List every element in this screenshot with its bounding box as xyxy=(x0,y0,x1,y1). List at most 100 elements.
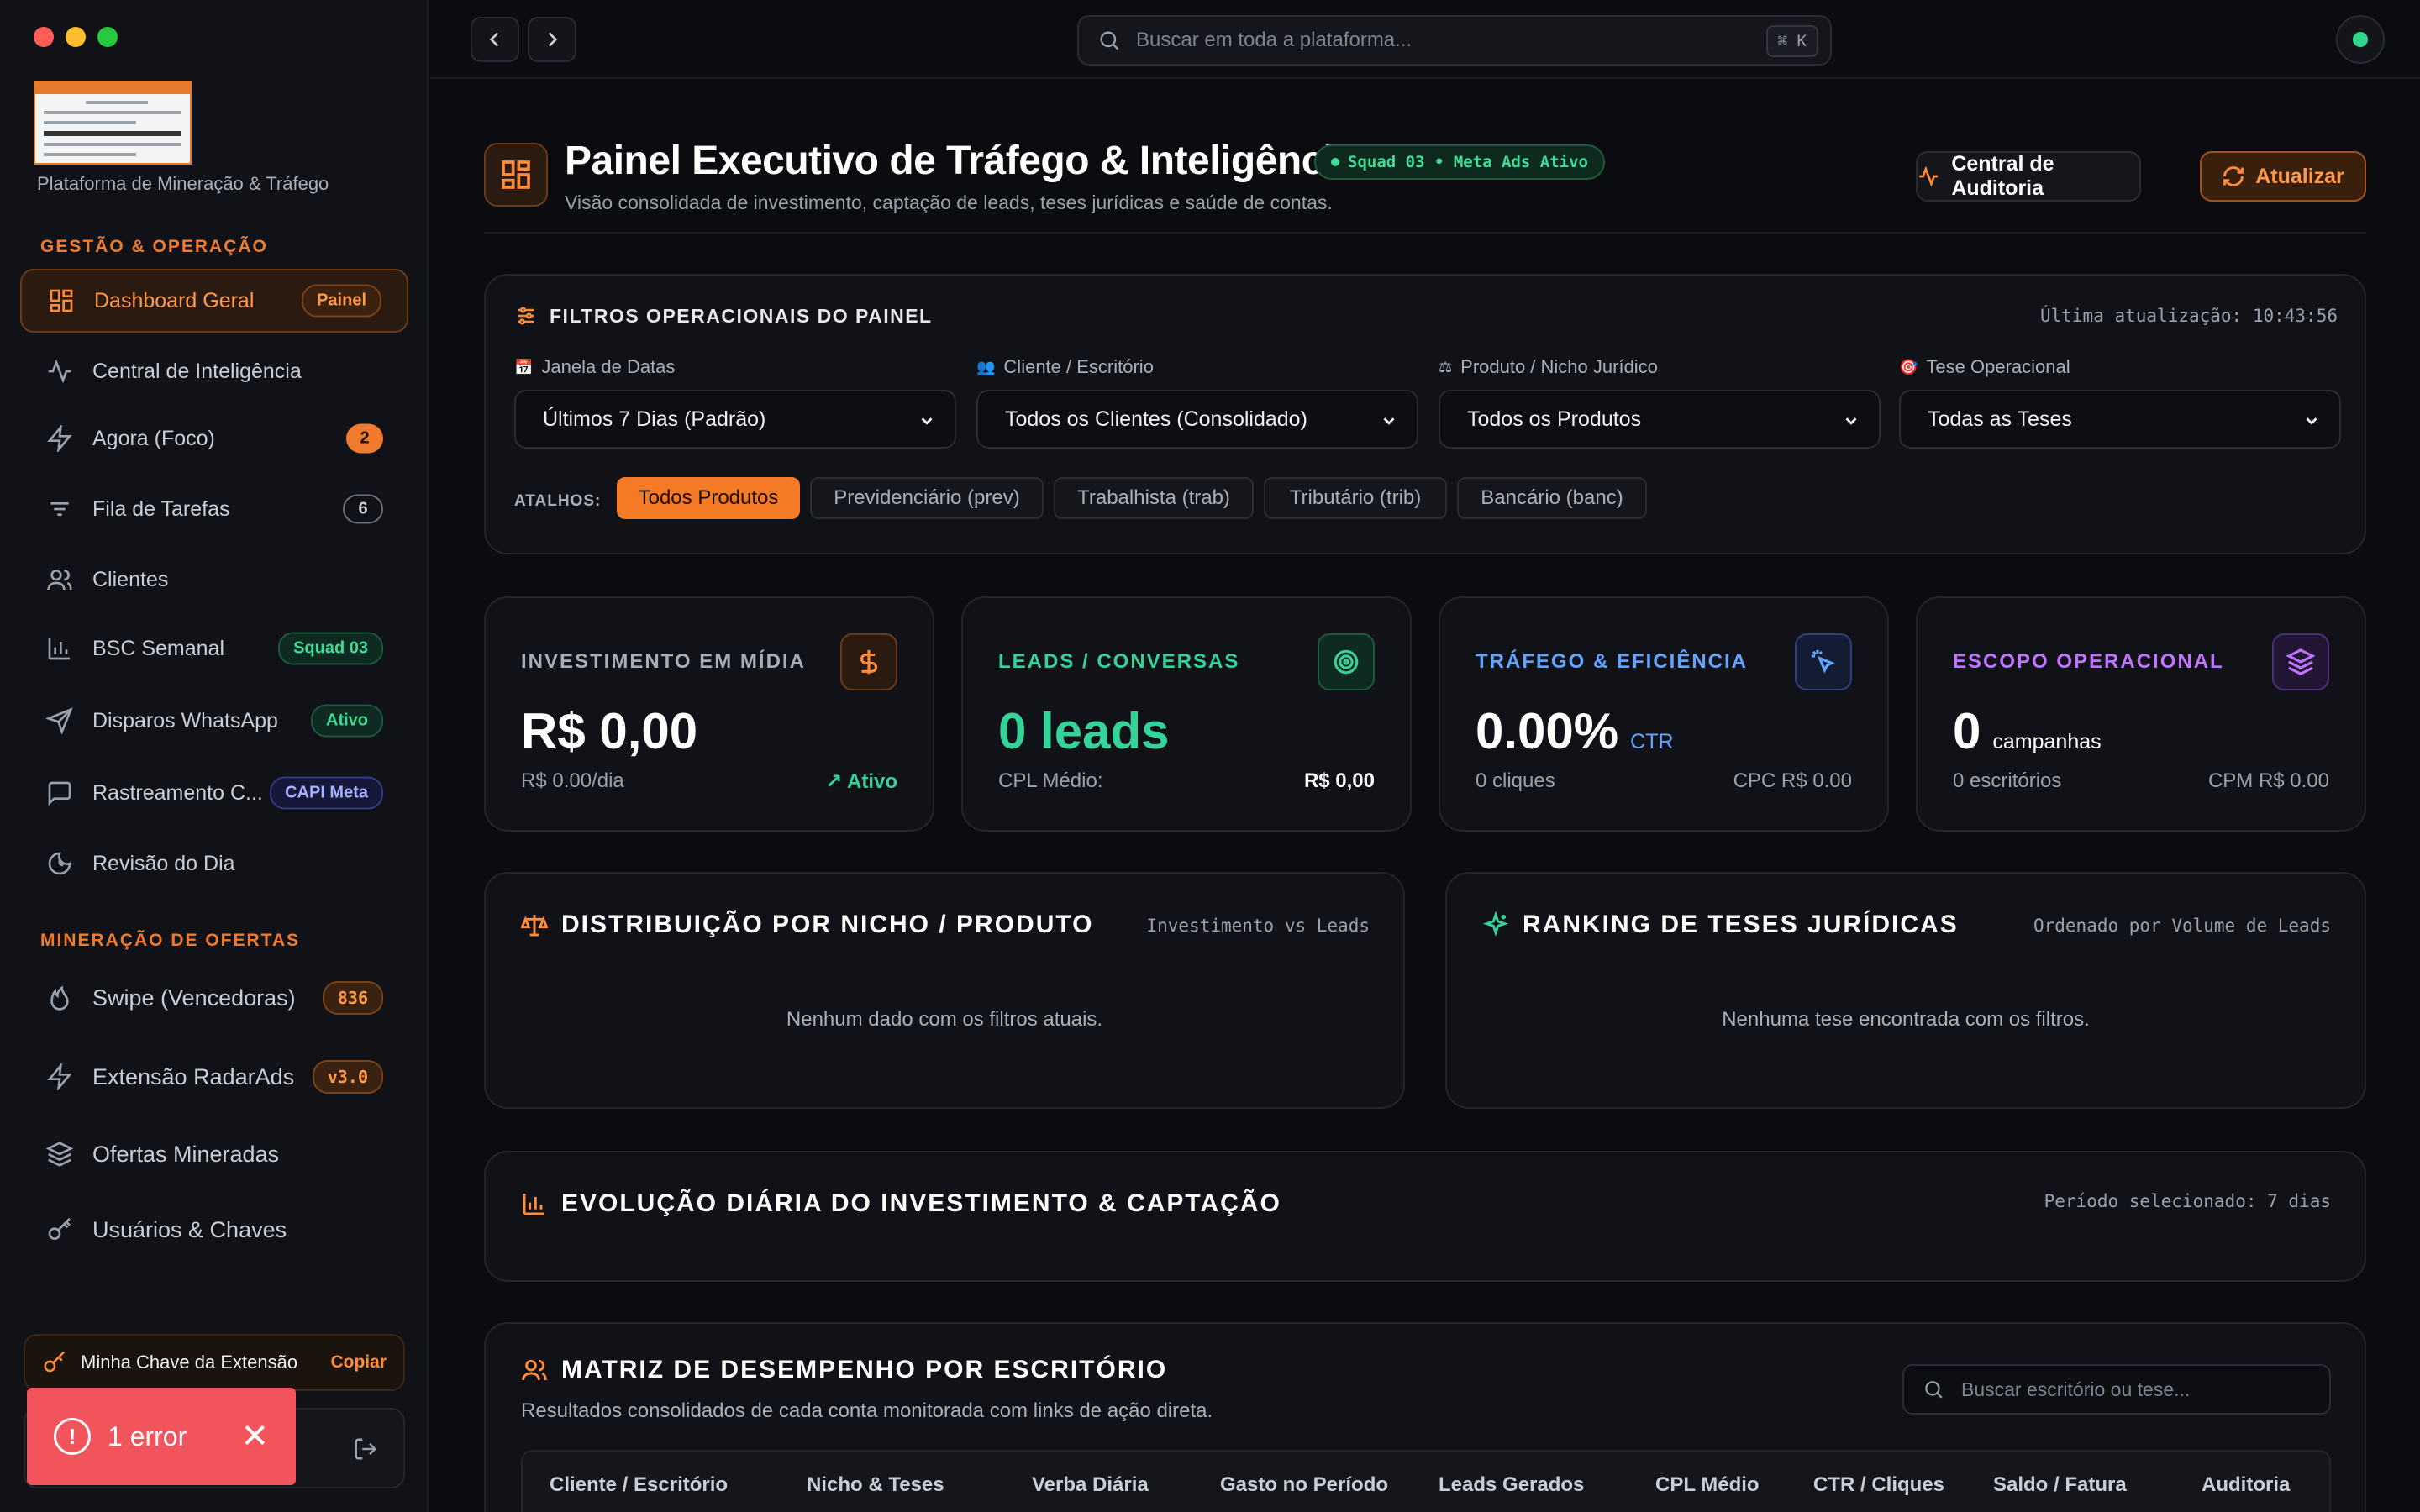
chevron-right-icon xyxy=(548,32,558,47)
squad-pill-label: Squad 03 • Meta Ads Ativo xyxy=(1348,153,1588,171)
chip-trabalhista[interactable]: Trabalhista (trab) xyxy=(1054,477,1254,519)
kpi-ctr-value: 0.00% xyxy=(1476,703,1619,759)
kpi-unit: CTR xyxy=(1630,730,1674,753)
chip-previdenciario[interactable]: Previdenciário (prev) xyxy=(810,477,1044,519)
window-controls xyxy=(34,27,118,47)
chip-bancario[interactable]: Bancário (banc) xyxy=(1457,477,1647,519)
sidebar-item-bsc-semanal[interactable]: BSC Semanal Squad 03 xyxy=(20,617,408,680)
activity-icon xyxy=(45,357,74,386)
bolt-icon xyxy=(45,424,74,453)
users-icon xyxy=(45,565,74,594)
error-toast[interactable]: ! 1 error ✕ xyxy=(27,1388,296,1485)
client-select[interactable]: Todos os Clientes (Consolidado) xyxy=(976,390,1418,449)
chip-todos-produtos[interactable]: Todos Produtos xyxy=(617,477,800,519)
chevron-down-icon xyxy=(1845,417,1857,425)
dashboard-grid-icon xyxy=(502,160,530,189)
thesis-select[interactable]: Todas as Teses xyxy=(1899,390,2341,449)
column-header[interactable]: Gasto no Período xyxy=(1220,1473,1388,1497)
sidebar-item-label: Agora (Foco) xyxy=(92,426,215,450)
status-indicator[interactable] xyxy=(2336,15,2385,64)
sidebar-item-clientes[interactable]: Clientes xyxy=(20,548,408,612)
maximize-window-button[interactable] xyxy=(97,27,118,47)
message-square-icon xyxy=(45,779,74,807)
sidebar-item-rastreamento[interactable]: Rastreamento C... CAPI Meta xyxy=(20,761,408,825)
layers-icon xyxy=(2272,633,2329,690)
forward-button[interactable] xyxy=(528,17,576,62)
column-header[interactable]: CTR / Cliques xyxy=(1813,1473,1944,1497)
sidebar-item-label: Ofertas Mineradas xyxy=(92,1141,280,1167)
sidebar-item-swipe[interactable]: Swipe (Vencedoras) 836 xyxy=(20,966,408,1030)
sidebar-item-usuarios-chaves[interactable]: Usuários & Chaves xyxy=(20,1198,408,1262)
minimize-window-button[interactable] xyxy=(66,27,86,47)
bar-chart-icon xyxy=(523,1194,544,1215)
column-header[interactable]: Leads Gerados xyxy=(1439,1473,1584,1497)
last-update: Última atualização: 10:43:56 xyxy=(2039,306,2338,326)
layers-icon xyxy=(45,1140,74,1168)
sidebar-item-agora-foco[interactable]: Agora (Foco) 2 xyxy=(20,407,408,470)
kpi-cpc: CPC R$ 0.00 xyxy=(1733,769,1852,792)
nicho-distribution-panel: DISTRIBUIÇÃO POR NICHO / PRODUTO Investi… xyxy=(484,872,1405,1109)
kpi-investimento: INVESTIMENTO EM MÍDIA R$ 0,00 R$ 0.00/di… xyxy=(484,596,934,832)
sidebar-item-label: Swipe (Vencedoras) xyxy=(92,984,296,1011)
column-header[interactable]: Nicho & Teses xyxy=(807,1473,944,1497)
refresh-icon xyxy=(2223,166,2244,186)
column-header[interactable]: Verba Diária xyxy=(1032,1473,1149,1497)
extension-key-card[interactable]: Minha Chave da Extensão Copiar xyxy=(24,1334,405,1391)
global-search-input[interactable]: Buscar em toda a plataforma... ⌘ K xyxy=(1077,15,1832,66)
sidebar-item-disparos-whatsapp[interactable]: Disparos WhatsApp Ativo xyxy=(20,689,408,753)
sidebar-badge: v3.0 xyxy=(312,1060,383,1094)
close-icon[interactable]: ✕ xyxy=(240,1417,269,1456)
sidebar-item-label: Extensão RadarAds xyxy=(92,1063,295,1089)
column-header[interactable]: CPL Médio xyxy=(1655,1473,1760,1497)
column-header[interactable]: Cliente / Escritório xyxy=(550,1473,728,1497)
logout-icon[interactable] xyxy=(353,1436,378,1462)
extension-key-label: Minha Chave da Extensão xyxy=(81,1352,298,1373)
kpi-value: 0 leads xyxy=(998,703,1170,759)
brand-logo xyxy=(34,81,192,165)
refresh-button[interactable]: Atualizar xyxy=(2200,151,2366,202)
users-icon xyxy=(522,1359,547,1381)
column-header[interactable]: Auditoria xyxy=(2202,1473,2290,1497)
ranking-teses-panel: RANKING DE TESES JURÍDICAS Ordenado por … xyxy=(1445,872,2366,1109)
matrix-search-input[interactable]: Buscar escritório ou tese... xyxy=(1902,1364,2331,1415)
brand-subtitle: Plataforma de Mineração & Tráfego xyxy=(37,173,329,194)
sidebar-item-extensao-radarads[interactable]: Extensão RadarAds v3.0 xyxy=(20,1045,408,1109)
kpi-cpl-label: CPL Médio: xyxy=(998,769,1103,792)
back-button[interactable] xyxy=(471,17,519,62)
sidebar-item-dashboard[interactable]: Dashboard Geral Painel xyxy=(20,269,408,333)
section-title-gestao: GESTÃO & OPERAÇÃO xyxy=(40,237,268,256)
audit-center-button[interactable]: Central de Auditoria xyxy=(1916,151,2141,202)
status-dot xyxy=(1331,158,1339,166)
date-range-select[interactable]: Últimos 7 Dias (Padrão) xyxy=(514,390,956,449)
sidebar-item-label: Fila de Tarefas xyxy=(92,496,230,521)
kpi-leads: LEADS / CONVERSAS 0 leads CPL Médio: R$ … xyxy=(961,596,1412,832)
client-value: Todos os Clientes (Consolidado) xyxy=(1005,407,1307,431)
sidebar-item-label: Revisão do Dia xyxy=(92,851,235,875)
evolucao-diaria-panel: EVOLUÇÃO DIÁRIA DO INVESTIMENTO & CAPTAÇ… xyxy=(484,1151,2366,1282)
product-select[interactable]: Todos os Produtos xyxy=(1439,390,1881,449)
target-icon xyxy=(1318,633,1375,690)
sidebar-item-central-inteligencia[interactable]: Central de Inteligência xyxy=(20,339,408,403)
online-dot xyxy=(2353,32,2368,47)
column-header[interactable]: Saldo / Fatura xyxy=(1993,1473,2127,1497)
flame-icon xyxy=(45,984,74,1012)
date-range-value: Últimos 7 Dias (Padrão) xyxy=(543,407,766,431)
key-icon xyxy=(45,1215,74,1244)
kpi-value: 0.00% CTR xyxy=(1476,702,1674,760)
sidebar-item-label: Rastreamento C... xyxy=(92,780,263,805)
close-window-button[interactable] xyxy=(34,27,54,47)
product-value: Todos os Produtos xyxy=(1467,407,1642,431)
matrix-subtitle: Resultados consolidados de cada conta mo… xyxy=(521,1399,1213,1422)
calendar-icon: 📅 xyxy=(514,358,534,375)
chip-tributario[interactable]: Tributário (trib) xyxy=(1264,477,1447,519)
sidebar-item-revisao-dia[interactable]: Revisão do Dia xyxy=(20,832,408,895)
sliders-icon xyxy=(518,307,534,325)
sparkles-icon xyxy=(1482,911,1509,937)
sidebar-item-label: Central de Inteligência xyxy=(92,359,302,383)
sidebar-badge: Squad 03 xyxy=(278,632,383,665)
kpi-offices: 0 escritórios xyxy=(1953,769,2062,792)
sidebar-item-fila-tarefas[interactable]: Fila de Tarefas 6 xyxy=(20,477,408,541)
copy-key-button[interactable]: Copiar xyxy=(330,1352,387,1373)
filters-card: FILTROS OPERACIONAIS DO PAINEL Última at… xyxy=(484,274,2366,554)
sidebar-item-ofertas-mineradas[interactable]: Ofertas Mineradas xyxy=(20,1122,408,1186)
